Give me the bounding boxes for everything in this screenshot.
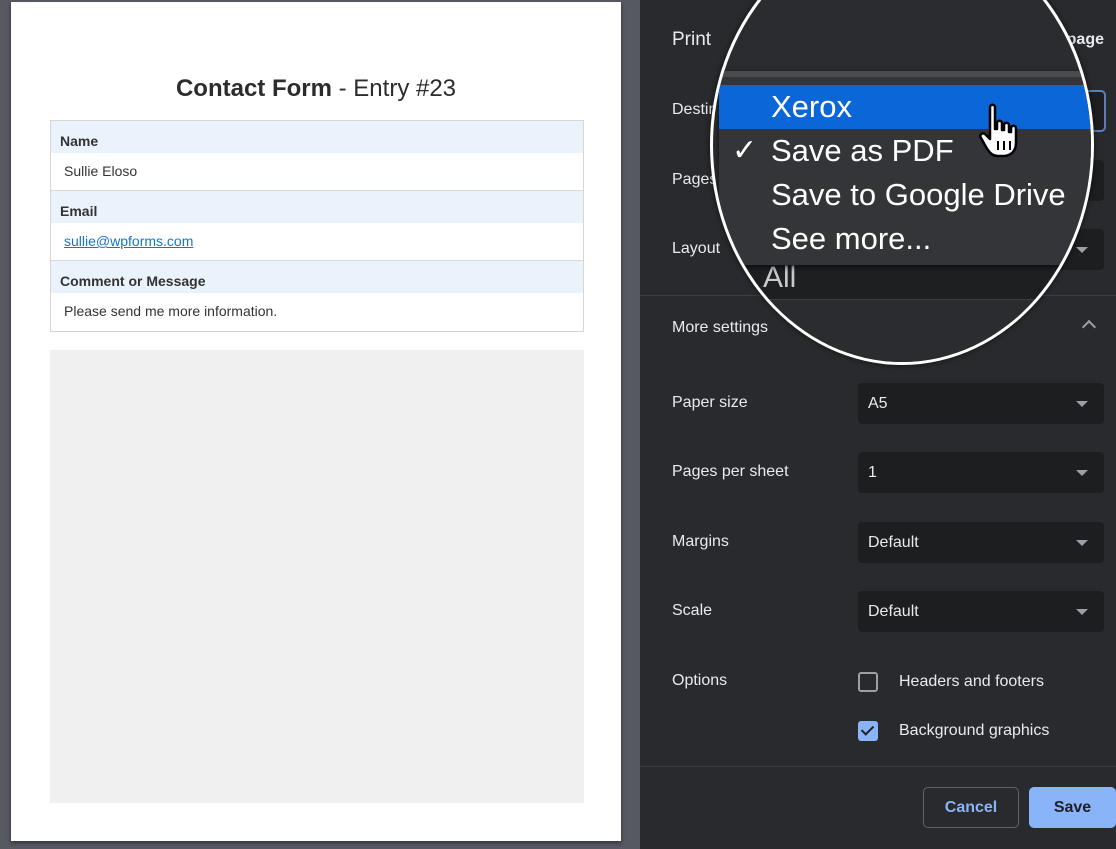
field-label-message: Comment or Message xyxy=(51,261,583,293)
menu-item-save-as-pdf[interactable]: ✓ Save as PDF xyxy=(719,129,1091,173)
menu-item-label: See more... xyxy=(771,221,932,256)
caret-down-icon xyxy=(1076,470,1088,476)
caret-down-icon xyxy=(1076,401,1088,407)
margins-value: Default xyxy=(868,534,919,551)
menu-item-label: Xerox xyxy=(771,89,852,124)
menu-item-label: Save as PDF xyxy=(771,133,954,168)
headers-footers-label[interactable]: Headers and footers xyxy=(899,673,1044,691)
field-label-name: Name xyxy=(51,121,583,153)
headers-footers-checkbox[interactable] xyxy=(858,672,878,692)
field-value-name: Sullie Eloso xyxy=(51,153,583,191)
divider xyxy=(640,766,1116,767)
cancel-button[interactable]: Cancel xyxy=(923,787,1019,828)
margins-label: Margins xyxy=(672,533,729,550)
magnified-content: All Xerox ✓ Save as PDF Save to Google Dr… xyxy=(713,3,1091,362)
margins-select[interactable]: Default xyxy=(858,522,1104,563)
page-title: Contact Form - Entry #23 xyxy=(11,75,621,103)
pages-per-sheet-label: Pages per sheet xyxy=(672,463,789,480)
preview-page: Contact Form - Entry #23 Name Sullie Elo… xyxy=(11,2,621,841)
paper-size-select[interactable]: A5 xyxy=(858,383,1104,424)
pages-per-sheet-select[interactable]: 1 xyxy=(858,452,1104,493)
scale-label: Scale xyxy=(672,602,713,619)
menu-item-see-more[interactable]: See more... xyxy=(719,217,1091,261)
options-label: Options xyxy=(672,672,728,689)
panel-title: Print xyxy=(672,29,712,50)
form-name: Contact Form xyxy=(175,75,332,102)
caret-down-icon xyxy=(1076,609,1088,615)
magnifier-overlay: All Xerox ✓ Save as PDF Save to Google Dr… xyxy=(710,0,1094,365)
hand-pointer-cursor-icon xyxy=(979,103,1018,158)
background-graphics-label[interactable]: Background graphics xyxy=(899,722,1049,740)
entry-number: - Entry #23 xyxy=(331,75,457,102)
scale-select[interactable]: Default xyxy=(858,591,1104,632)
paper-size-value: A5 xyxy=(868,395,888,412)
caret-down-icon xyxy=(1076,540,1088,546)
background-graphics-checkbox[interactable] xyxy=(858,721,878,741)
pages-per-sheet-value: 1 xyxy=(868,464,877,481)
pages-value-magnified: All xyxy=(763,261,797,294)
magnified-lower-area xyxy=(713,299,1091,362)
menu-item-label: Save to Google Drive xyxy=(771,177,1066,212)
field-label-email: Email xyxy=(51,191,583,223)
field-value-message: Please send me more information. xyxy=(51,293,583,331)
email-link[interactable]: sullie@wpforms.com xyxy=(64,233,193,249)
checkmark-icon: ✓ xyxy=(732,134,758,167)
menu-item-save-to-google-drive[interactable]: Save to Google Drive xyxy=(719,173,1091,217)
menu-item-xerox[interactable]: Xerox xyxy=(719,85,1091,129)
blank-page-area xyxy=(50,350,584,803)
print-preview-area: Contact Form - Entry #23 Name Sullie Elo… xyxy=(0,0,640,849)
destination-dropdown-menu: Xerox ✓ Save as PDF Save to Google Drive … xyxy=(719,71,1091,265)
save-button[interactable]: Save xyxy=(1029,787,1116,828)
field-value-email: sullie@wpforms.com xyxy=(51,223,583,261)
pages-label: Pages xyxy=(672,171,718,188)
entry-table: Name Sullie Eloso Email sullie@wpforms.c… xyxy=(50,120,584,332)
paper-size-label: Paper size xyxy=(672,394,748,411)
scale-value: Default xyxy=(868,603,919,620)
